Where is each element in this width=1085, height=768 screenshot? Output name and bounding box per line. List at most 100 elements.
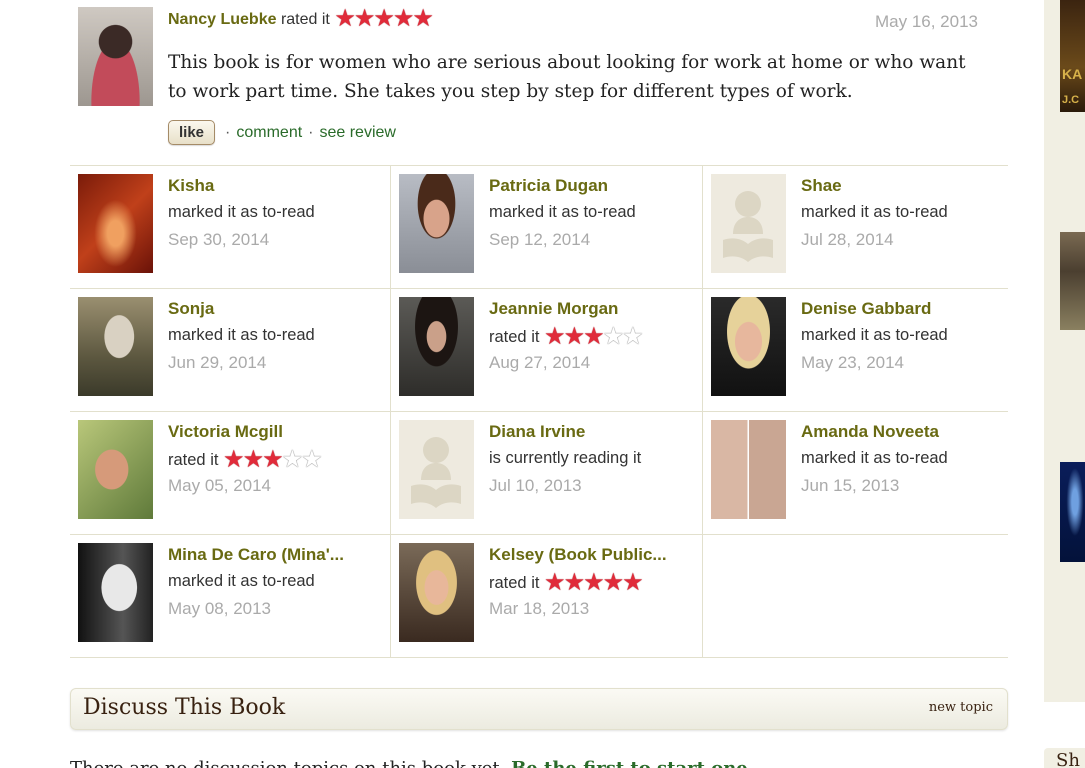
activity-item: Denise Gabbard marked it as to-read May 23… <box>702 289 1008 411</box>
user-name[interactable]: Denise Gabbard <box>801 299 931 319</box>
user-avatar[interactable] <box>399 420 474 519</box>
user-name[interactable]: Kelsey (Book Public... <box>489 545 667 565</box>
sidebar-section: Sh <box>1044 748 1085 768</box>
activity-action: marked it as to-read <box>801 449 948 467</box>
activity-text: is currently reading it <box>489 449 641 468</box>
user-name[interactable]: Victoria Mcgill <box>168 422 283 442</box>
user-placeholder-icon <box>399 420 474 519</box>
discuss-empty-text: There are no discussion topics on this b… <box>70 758 748 768</box>
user-avatar[interactable] <box>711 174 786 273</box>
star-icon: ★ <box>301 445 322 473</box>
user-name[interactable]: Shae <box>801 176 842 196</box>
activity-date[interactable]: May 08, 2013 <box>168 599 271 619</box>
activity-action: marked it as to-read <box>168 572 315 590</box>
user-name[interactable]: Jeannie Morgan <box>489 299 618 319</box>
star-icon: ★ <box>583 568 604 596</box>
activity-rating-stars: ★★★★★ <box>223 447 323 471</box>
user-avatar[interactable] <box>711 297 786 396</box>
user-avatar[interactable] <box>711 420 786 519</box>
activity-text: rated it ★★★★★ <box>489 570 644 594</box>
user-avatar[interactable] <box>78 420 153 519</box>
activity-date[interactable]: May 05, 2014 <box>168 476 271 496</box>
separator: · <box>225 123 231 141</box>
activity-action: rated it <box>489 328 540 346</box>
user-name[interactable]: Kisha <box>168 176 214 196</box>
review-text: This book is for women who are serious a… <box>168 52 966 102</box>
activity-date[interactable]: Sep 30, 2014 <box>168 230 269 250</box>
reader-activity-grid: Kisha marked it as to-read Sep 30, 2014 Pat… <box>70 166 1008 658</box>
new-topic-link[interactable]: new topic <box>929 700 993 715</box>
review-rating-stars: ★★★★★ <box>334 6 434 30</box>
sidebar-book-cover[interactable] <box>1060 462 1085 562</box>
activity-text: marked it as to-read <box>801 326 948 345</box>
discuss-title: Discuss This Book <box>83 695 286 720</box>
star-icon: ★ <box>223 445 244 473</box>
activity-date[interactable]: Mar 18, 2013 <box>489 599 589 619</box>
sidebar-heading: Sh <box>1056 750 1080 768</box>
reviewer-name[interactable]: Nancy Luebke <box>168 11 276 28</box>
activity-date[interactable]: Jun 29, 2014 <box>168 353 266 373</box>
activity-date[interactable]: Jul 10, 2013 <box>489 476 582 496</box>
activity-date[interactable]: May 23, 2014 <box>801 353 904 373</box>
activity-item: Kisha marked it as to-read Sep 30, 2014 <box>70 166 390 288</box>
user-name[interactable]: Diana Irvine <box>489 422 585 442</box>
user-avatar[interactable] <box>78 297 153 396</box>
review-header: Nancy Luebke rated it ★★★★★ <box>168 6 434 32</box>
see-review-link[interactable]: see review <box>319 124 395 142</box>
featured-review: Nancy Luebke rated it ★★★★★ May 16, 2013… <box>70 0 1008 166</box>
user-name[interactable]: Sonja <box>168 299 214 319</box>
sidebar-book-cover[interactable]: KA J.C <box>1060 0 1085 112</box>
user-avatar[interactable] <box>399 297 474 396</box>
star-icon: ★ <box>563 322 585 350</box>
like-button[interactable]: like <box>168 120 216 145</box>
star-icon: ★ <box>563 568 585 596</box>
activity-action: rated it <box>489 574 540 592</box>
user-avatar[interactable] <box>78 543 153 642</box>
activity-row: Kisha marked it as to-read Sep 30, 2014 Pat… <box>70 166 1008 289</box>
star-icon: ★ <box>281 445 303 473</box>
review-actions: like · comment · see review <box>168 120 396 145</box>
user-name[interactable]: Amanda Noveeta <box>801 422 939 442</box>
activity-text: marked it as to-read <box>801 203 948 222</box>
activity-text: marked it as to-read <box>168 326 315 345</box>
book-cover-text: KA <box>1062 66 1083 82</box>
activity-item: Victoria Mcgill rated it ★★★★★ May 05, 201… <box>70 412 390 534</box>
activity-date[interactable]: Jul 28, 2014 <box>801 230 894 250</box>
activity-item: Jeannie Morgan rated it ★★★★★ Aug 27, 2014 <box>390 289 702 411</box>
activity-row: Mina De Caro (Mina'... marked it as to-re… <box>70 535 1008 658</box>
star-icon: ★ <box>583 322 604 350</box>
reviewer-avatar[interactable] <box>78 7 153 106</box>
activity-rating-stars: ★★★★★ <box>544 570 644 594</box>
start-discussion-link[interactable]: Be the first to start one <box>511 758 748 768</box>
sidebar-book-cover[interactable] <box>1060 232 1085 330</box>
activity-item: Shae marked it as to-read Jul 28, 2014 <box>702 166 1008 288</box>
activity-rating-stars: ★★★★★ <box>544 324 644 348</box>
comment-link[interactable]: comment <box>236 124 302 142</box>
user-placeholder-icon <box>711 174 786 273</box>
activity-date[interactable]: Sep 12, 2014 <box>489 230 590 250</box>
user-name[interactable]: Patricia Dugan <box>489 176 608 196</box>
activity-item: Kelsey (Book Public... rated it ★★★★★ Mar … <box>390 535 702 657</box>
activity-text: marked it as to-read <box>489 203 636 222</box>
star-icon: ★ <box>602 322 624 350</box>
activity-text: marked it as to-read <box>168 203 315 222</box>
right-sidebar: KA J.C <box>1044 0 1085 702</box>
activity-action: marked it as to-read <box>168 203 315 221</box>
activity-date[interactable]: Jun 15, 2013 <box>801 476 899 496</box>
star-icon: ★ <box>373 4 394 32</box>
review-date[interactable]: May 16, 2013 <box>875 12 978 32</box>
star-icon: ★ <box>392 4 414 32</box>
star-icon: ★ <box>412 4 433 32</box>
star-icon: ★ <box>242 445 264 473</box>
user-avatar[interactable] <box>78 174 153 273</box>
activity-item: Sonja marked it as to-read Jun 29, 2014 <box>70 289 390 411</box>
user-name[interactable]: Mina De Caro (Mina'... <box>168 545 344 565</box>
user-avatar[interactable] <box>399 174 474 273</box>
activity-date[interactable]: Aug 27, 2014 <box>489 353 590 373</box>
book-cover-author: J.C <box>1062 94 1080 106</box>
activity-action: rated it <box>168 451 219 469</box>
user-avatar[interactable] <box>399 543 474 642</box>
main-content: Nancy Luebke rated it ★★★★★ May 16, 2013… <box>0 0 1040 768</box>
separator: · <box>308 123 314 141</box>
star-icon: ★ <box>544 322 565 350</box>
